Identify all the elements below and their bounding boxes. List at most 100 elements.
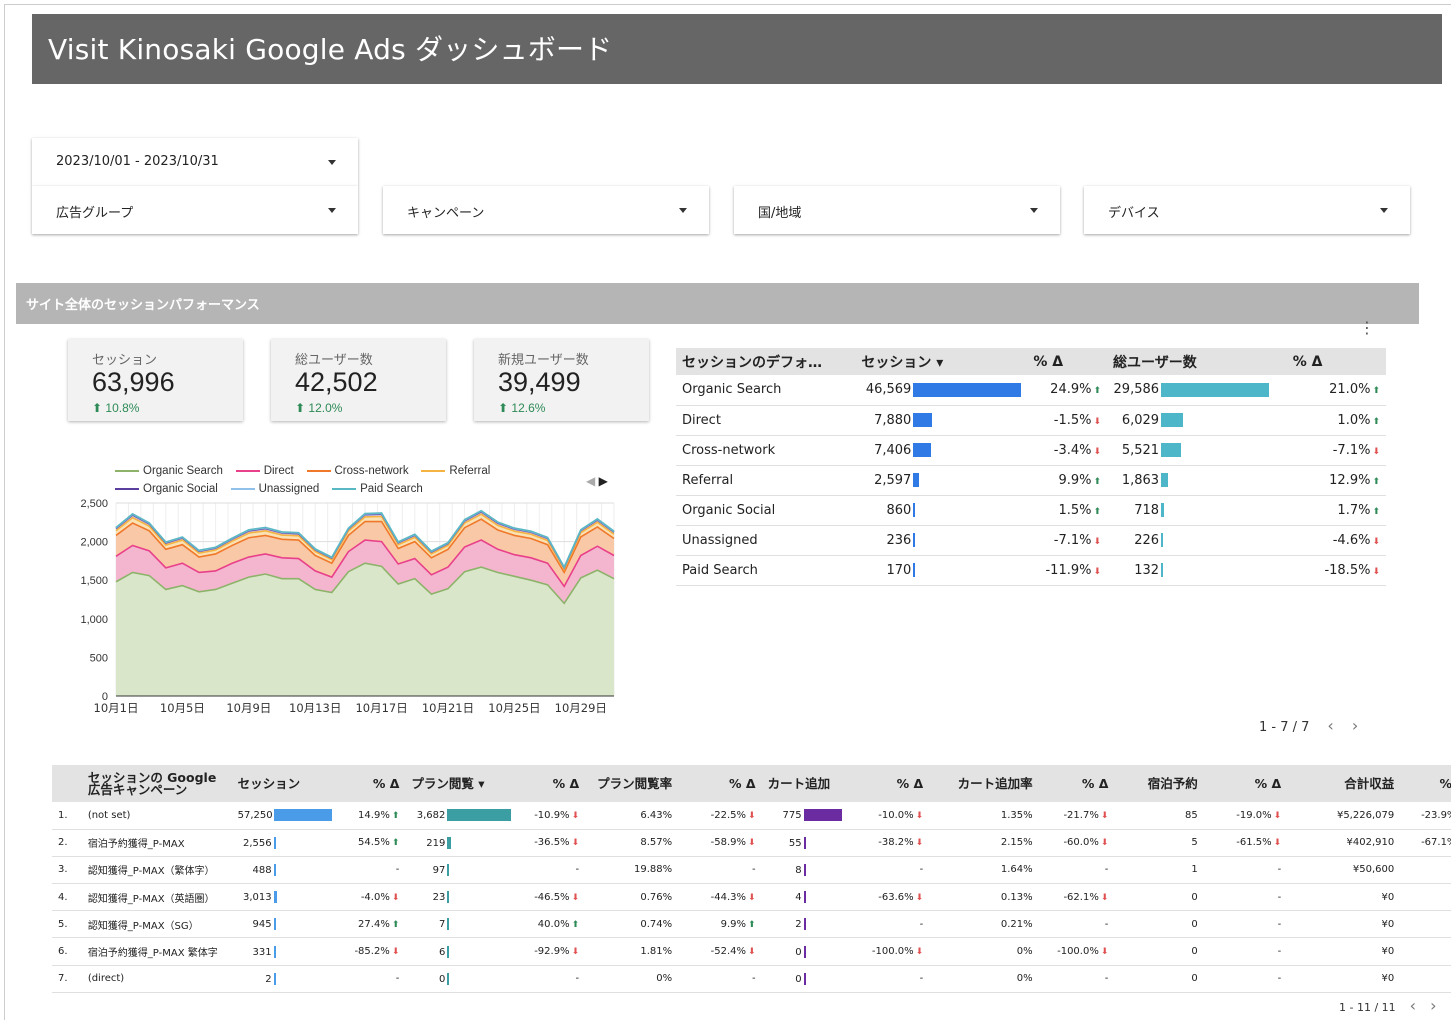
table-row[interactable]: Organic Search 46,569 24.9% ⬆ 29,586 21.0% ⬆ xyxy=(676,375,1386,406)
delta-value: -22.5% xyxy=(710,809,747,821)
legend-item[interactable]: Unassigned xyxy=(230,483,319,495)
users-cell: 132 xyxy=(1107,555,1287,586)
col-header-add-to-cart[interactable]: カート追加 xyxy=(761,765,848,802)
legend-item[interactable]: Direct xyxy=(235,465,294,477)
cart-rate: 0.13% xyxy=(929,883,1039,912)
chevron-right-icon[interactable]: › xyxy=(1352,716,1358,735)
col-header-plan-views-delta[interactable]: % Δ xyxy=(517,765,586,802)
table-row[interactable]: Paid Search 170 -11.9% ⬇ 132 -18.5% ⬇ xyxy=(676,555,1386,586)
sessions-cell: 170 xyxy=(855,555,1028,586)
delta-value: - xyxy=(1277,891,1282,903)
device-filter[interactable]: デバイス xyxy=(1084,186,1410,234)
table-row[interactable]: 2. 宿泊予約獲得_P-MAX 2,556 54.5% ⬆ 219 -36.5% ⬇ 8.57%… xyxy=(52,829,1451,857)
users-value: 718 xyxy=(1134,502,1160,518)
table-row[interactable]: 7.(direct)2-0-0%-0-0%-0-¥0- xyxy=(52,965,1451,993)
table-row[interactable]: Unassigned 236 -7.1% ⬇ 226 -4.6% ⬇ xyxy=(676,525,1386,556)
legend-item[interactable]: Paid Search xyxy=(332,483,423,495)
table-row[interactable]: 4. 認知獲得_P-MAX（英語圏） 3,013 -4.0% ⬇ 23 -46.5% ⬇ 0.7… xyxy=(52,883,1451,912)
revenue-delta: -67.1%⬇ xyxy=(1400,829,1451,857)
col-header-revenue[interactable]: 合計収益 xyxy=(1287,765,1401,802)
country-filter[interactable]: 国/地域 xyxy=(734,186,1060,234)
campaign-filter[interactable]: キャンペーン xyxy=(383,186,709,234)
legend-item[interactable]: Cross-network xyxy=(306,465,409,477)
y-tick-label: 2,500 xyxy=(80,498,108,510)
legend-item[interactable]: Organic Search xyxy=(115,465,223,477)
legend-pager: ◀ ▶ xyxy=(586,474,608,488)
col-header-channel[interactable]: セッションのデフォ… xyxy=(676,348,856,375)
kpi-delta: ⬆ 12.0% xyxy=(295,401,342,415)
plan-view-rate-delta: -52.4% ⬇ xyxy=(678,937,762,966)
chevron-right-icon[interactable]: ▶ xyxy=(599,474,608,488)
table-row[interactable]: Organic Social 860 1.5% ⬆ 718 1.7% ⬆ xyxy=(676,495,1386,526)
col-header-users[interactable]: 総ユーザー数 xyxy=(1107,348,1287,375)
col-header-sessions-delta[interactable]: % Δ xyxy=(1027,348,1108,375)
table-row[interactable]: Referral 2,597 9.9% ⬆ 1,863 12.9% ⬆ xyxy=(676,465,1386,496)
delta-value: -19.0% xyxy=(1236,809,1272,821)
col-header-plan-views[interactable]: プラン閲覧 ▾ xyxy=(405,765,518,802)
cart-rate: 0% xyxy=(929,965,1039,993)
chevron-left-icon[interactable]: ‹ xyxy=(1410,996,1416,1015)
table-row[interactable]: Cross-network 7,406 -3.4% ⬇ 5,521 -7.1% ⬇ xyxy=(676,435,1386,466)
col-header-plan-view-rate[interactable]: プラン閲覧率 xyxy=(585,765,679,802)
delta-value: 1.7% xyxy=(1337,502,1371,518)
plan-view-rate: 19.88% xyxy=(585,856,679,885)
add-to-cart-delta: -10.0% ⬇ xyxy=(847,802,930,830)
col-header-plan-view-rate-delta[interactable]: % Δ xyxy=(678,765,762,802)
table-row[interactable]: Direct 7,880 -1.5% ⬇ 6,029 1.0% ⬆ xyxy=(676,405,1386,436)
revenue-delta: - xyxy=(1400,937,1451,966)
arrow-up-icon: ⬆ xyxy=(1093,386,1102,397)
arrow-down-icon: ⬇ xyxy=(1100,810,1109,821)
chevron-left-icon[interactable]: ‹ xyxy=(1327,716,1333,735)
col-header-bookings-delta[interactable]: % Δ xyxy=(1203,765,1288,802)
campaign-name: 認知獲得_P-MAX（SG） xyxy=(81,910,232,939)
arrow-up-icon: ⬆ xyxy=(1093,476,1102,487)
sessions-delta: 1.5% ⬆ xyxy=(1027,495,1108,526)
table-row[interactable]: 5. 認知獲得_P-MAX（SG） 945 27.4% ⬆ 7 40.0% ⬆ 0.74% 9.9… xyxy=(52,910,1451,939)
sessions-value: 2,597 xyxy=(874,472,912,488)
plan-views-cell: 97 xyxy=(405,856,518,885)
add-to-cart-cell-value: 2 xyxy=(795,919,802,931)
date-range-label: 2023/10/01 - 2023/10/31 xyxy=(56,154,219,169)
delta-value: -7.1% xyxy=(1332,442,1371,458)
table-row[interactable]: 6. 宿泊予約獲得_P-MAX 繁体字 331 -85.2% ⬇ 6 -92.9% ⬇ 1.81… xyxy=(52,937,1451,966)
revenue: ¥50,600 xyxy=(1287,856,1401,885)
legend-swatch xyxy=(306,470,331,472)
legend-swatch xyxy=(332,488,357,490)
col-header-sessions[interactable]: セッション ▾ xyxy=(855,348,1028,375)
ad-group-filter[interactable]: 広告グループ xyxy=(32,186,358,234)
add-to-cart-cell: 55 xyxy=(761,829,848,857)
col-header-sessions-delta[interactable]: % Δ xyxy=(339,765,406,802)
row-index: 2. xyxy=(52,829,82,857)
table-row[interactable]: 3. 認知獲得_P-MAX（繁体字） 488-97-19.88% -8-1.64% -1… xyxy=(52,856,1451,885)
bookings-delta: -61.5% ⬇ xyxy=(1203,829,1288,857)
kpi-delta: ⬆ 12.6% xyxy=(498,401,545,415)
col-header-cart-rate[interactable]: カート追加率 xyxy=(929,765,1039,802)
col-header-cart-rate-delta[interactable]: % Δ xyxy=(1038,765,1115,802)
y-tick-label: 500 xyxy=(90,652,108,664)
cart-rate: 0.21% xyxy=(929,910,1039,939)
table-row[interactable]: 1. (not set) 57,250 14.9% ⬆ 3,682 -10.9% ⬇ 6.43%… xyxy=(52,802,1451,830)
arrow-down-icon: ⬇ xyxy=(571,947,580,958)
more-options-icon[interactable]: ⋮ xyxy=(1359,321,1375,337)
col-header-revenue-delta[interactable]: % Δ xyxy=(1400,765,1451,802)
legend-item[interactable]: Referral xyxy=(421,465,490,477)
sessions-cell: 2 xyxy=(231,965,340,993)
add-to-cart-cell-bar xyxy=(803,891,806,904)
channel-table: セッションのデフォ… セッション ▾ % Δ 総ユーザー数 % Δ Organi… xyxy=(676,348,1386,586)
col-header-users-delta[interactable]: % Δ xyxy=(1286,348,1386,375)
users-bar xyxy=(1161,533,1164,547)
users-delta: 1.7% ⬆ xyxy=(1286,495,1386,526)
col-header-bookings[interactable]: 宿泊予約 xyxy=(1114,765,1204,802)
col-header-add-to-cart-delta[interactable]: % Δ xyxy=(847,765,930,802)
chevron-left-icon[interactable]: ◀ xyxy=(586,474,595,488)
chevron-right-icon[interactable]: › xyxy=(1430,996,1436,1015)
col-header-sessions[interactable]: セッション xyxy=(231,765,340,802)
arrow-down-icon: ⬇ xyxy=(571,810,580,821)
sessions-cell: 331 xyxy=(231,937,340,966)
col-header-campaign[interactable]: セッションの Google 広告キャンペーン xyxy=(81,765,232,802)
cart-rate-delta: -100.0% ⬇ xyxy=(1038,937,1115,966)
sessions-cell-bar xyxy=(273,918,276,931)
arrow-down-icon: ⬇ xyxy=(1273,838,1282,849)
date-range-filter[interactable]: 2023/10/01 - 2023/10/31 xyxy=(32,138,358,186)
legend-item[interactable]: Organic Social xyxy=(115,483,218,495)
